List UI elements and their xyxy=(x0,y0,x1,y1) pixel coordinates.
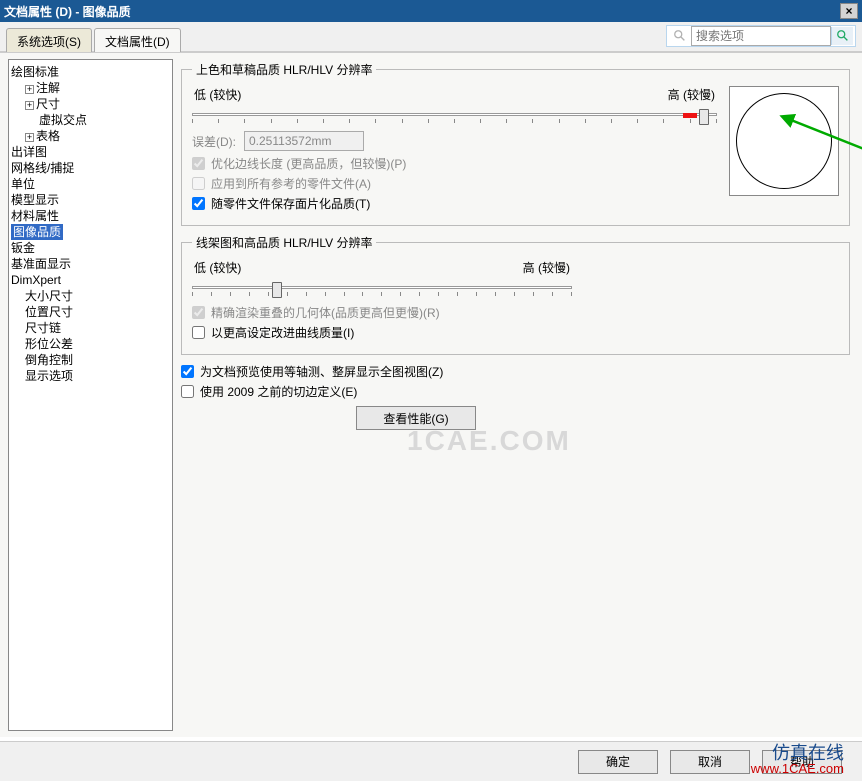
circle-preview xyxy=(736,93,832,189)
ok-button[interactable]: 确定 xyxy=(578,750,658,774)
tree-drafting-standard[interactable]: 绘图标准 xyxy=(11,64,170,80)
improve-curve-checkbox[interactable] xyxy=(192,326,205,339)
tree-sheet-metal[interactable]: 钣金 xyxy=(11,240,170,256)
category-tree[interactable]: 绘图标准 +注解 +尺寸 虚拟交点 +表格 出详图 网格线/捕捉 单位 模型显示… xyxy=(8,59,173,731)
tree-dimensions[interactable]: +尺寸 xyxy=(11,96,170,112)
wireframe-quality-group: 线架图和高品质 HLR/HLV 分辨率 低 (较快) 高 (较慢) 精确渲染重叠… xyxy=(181,234,850,355)
cancel-button[interactable]: 取消 xyxy=(670,750,750,774)
pre2009-checkbox[interactable] xyxy=(181,385,194,398)
search-input[interactable] xyxy=(691,26,831,46)
quality-preview xyxy=(729,86,839,196)
tree-detailing[interactable]: 出详图 xyxy=(11,144,170,160)
slider-red-zone xyxy=(683,113,697,118)
shaded-quality-slider[interactable] xyxy=(192,105,717,125)
slider-low-label: 低 (较快) xyxy=(194,86,241,103)
iso-preview-label: 为文档预览使用等轴测、整屏显示全图视图(Z) xyxy=(200,363,443,380)
apply-all-checkbox xyxy=(192,177,205,190)
wireframe-quality-legend: 线架图和高品质 HLR/HLV 分辨率 xyxy=(192,234,376,251)
tree-plane-display[interactable]: 基准面显示 xyxy=(11,256,170,272)
deviation-input xyxy=(244,131,364,151)
tree-virtual-sharps[interactable]: 虚拟交点 xyxy=(11,112,170,128)
save-tess-checkbox[interactable] xyxy=(192,197,205,210)
tree-dimxpert[interactable]: DimXpert xyxy=(11,272,170,288)
pre2009-label: 使用 2009 之前的切边定义(E) xyxy=(200,383,357,400)
precise-render-checkbox xyxy=(192,306,205,319)
search-icon xyxy=(836,29,850,43)
tree-size-dim[interactable]: 大小尺寸 xyxy=(11,288,170,304)
tree-units[interactable]: 单位 xyxy=(11,176,170,192)
precise-render-label: 精确渲染重叠的几何体(品质更高但更慢)(R) xyxy=(211,304,440,321)
slider-high-label: 高 (较慢) xyxy=(668,86,715,103)
help-button[interactable]: 帮助 xyxy=(762,750,842,774)
main-panel: 上色和草稿品质 HLR/HLV 分辨率 低 (较快) 高 (较慢) xyxy=(177,53,862,737)
tree-chamfer[interactable]: 倒角控制 xyxy=(11,352,170,368)
wireframe-quality-slider[interactable] xyxy=(192,278,572,298)
tree-geo-tol[interactable]: 形位公差 xyxy=(11,336,170,352)
apply-all-label: 应用到所有参考的零件文件(A) xyxy=(211,175,371,192)
slider-high-label: 高 (较慢) xyxy=(523,259,570,276)
window-title: 文档属性 (D) - 图像品质 xyxy=(4,3,131,20)
expand-icon[interactable]: + xyxy=(25,133,34,142)
tree-model-display[interactable]: 模型显示 xyxy=(11,192,170,208)
dialog-footer: 确定 取消 帮助 xyxy=(0,741,862,781)
deviation-label: 误差(D): xyxy=(192,133,236,150)
opt-edge-checkbox xyxy=(192,157,205,170)
tree-display-options[interactable]: 显示选项 xyxy=(11,368,170,384)
tree-chain-dim[interactable]: 尺寸链 xyxy=(11,320,170,336)
title-bar: 文档属性 (D) - 图像品质 × xyxy=(0,0,862,22)
expand-icon[interactable]: + xyxy=(25,85,34,94)
tree-annotations[interactable]: +注解 xyxy=(11,80,170,96)
tree-grid-snap[interactable]: 网格线/捕捉 xyxy=(11,160,170,176)
tree-image-quality[interactable]: 图像品质 xyxy=(11,224,170,240)
search-box[interactable] xyxy=(666,25,856,47)
search-icon xyxy=(673,29,687,43)
view-performance-button[interactable]: 查看性能(G) xyxy=(356,406,476,430)
search-button[interactable] xyxy=(831,27,853,45)
iso-preview-checkbox[interactable] xyxy=(181,365,194,378)
tab-system-options[interactable]: 系统选项(S) xyxy=(6,28,92,52)
shaded-quality-legend: 上色和草稿品质 HLR/HLV 分辨率 xyxy=(192,61,376,78)
expand-icon[interactable]: + xyxy=(25,101,34,110)
shaded-quality-group: 上色和草稿品质 HLR/HLV 分辨率 低 (较快) 高 (较慢) xyxy=(181,61,850,226)
improve-curve-label: 以更高设定改进曲线质量(I) xyxy=(211,324,354,341)
save-tess-label: 随零件文件保存面片化品质(T) xyxy=(211,195,370,212)
slider-low-label: 低 (较快) xyxy=(194,259,241,276)
opt-edge-label: 优化边线长度 (更高品质，但较慢)(P) xyxy=(211,155,406,172)
tree-material-props[interactable]: 材料属性 xyxy=(11,208,170,224)
tree-loc-dim[interactable]: 位置尺寸 xyxy=(11,304,170,320)
close-button[interactable]: × xyxy=(840,3,858,19)
tab-document-properties[interactable]: 文档属性(D) xyxy=(94,28,181,52)
toolbar: 系统选项(S) 文档属性(D) xyxy=(0,22,862,52)
tree-tables[interactable]: +表格 xyxy=(11,128,170,144)
